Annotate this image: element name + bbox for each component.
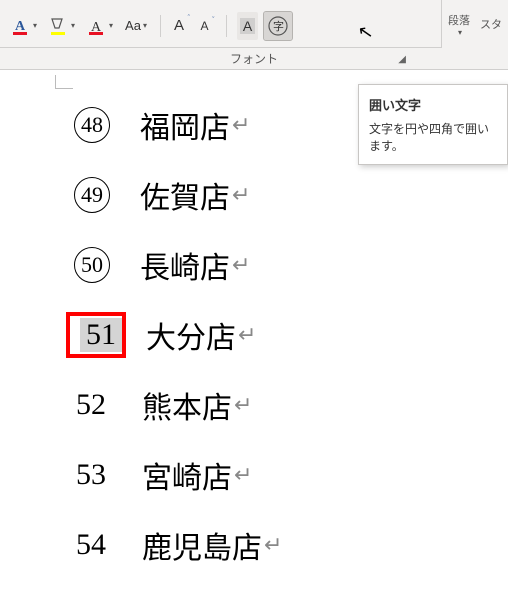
enclosed-number: 49 (74, 177, 110, 213)
paragraph-mark-icon: ↵ (234, 392, 252, 418)
list-item[interactable]: 50 長崎店 ↵ (60, 230, 508, 300)
paragraph-mark-icon: ↵ (238, 322, 256, 348)
enclosed-number: 48 (74, 107, 110, 143)
list-item[interactable]: 52 熊本店 ↵ (60, 370, 508, 440)
char-shading-button[interactable]: A (237, 12, 258, 40)
store-name: 宮崎店 (142, 453, 232, 497)
dialog-launcher-icon[interactable]: ◢ (396, 52, 408, 67)
ribbon-group-label-row: フォント ◢ (0, 48, 508, 70)
chevron-down-icon: ▾ (109, 21, 113, 30)
tooltip-enclose: 囲い文字 文字を円や四角で囲います。 (358, 84, 508, 165)
highlight-icon (49, 16, 69, 36)
plain-number: 53 (70, 458, 112, 492)
divider (226, 15, 227, 37)
tooltip-body: 文字を円や四角で囲います。 (369, 120, 497, 154)
paragraph-label: 段落 (448, 12, 470, 28)
change-case-button[interactable]: Aa ▾ (122, 12, 150, 40)
ribbon-right-section: 段落 ▾ スタ (441, 0, 508, 48)
selection-highlight-box: 51 (66, 312, 126, 358)
chevron-down-icon: ▾ (33, 21, 37, 30)
list-item[interactable]: 53 宮崎店 ↵ (60, 440, 508, 510)
store-name: 佐賀店 (140, 173, 230, 217)
font-color-button[interactable]: A ▾ (8, 12, 40, 40)
shrink-font-icon: Aˇ (200, 19, 208, 33)
chevron-down-icon: ▾ (143, 21, 147, 30)
tooltip-title: 囲い文字 (369, 95, 497, 114)
store-name: 熊本店 (142, 383, 232, 427)
ribbon-font-group: A ▾ ▾ A ▾ Aa ▾ Aˆ (0, 0, 508, 48)
plain-number: 52 (70, 388, 112, 422)
highlight-button[interactable]: ▾ (46, 12, 78, 40)
shrink-font-button[interactable]: Aˇ (197, 12, 215, 40)
text-fill-button[interactable]: A ▾ (84, 12, 116, 40)
store-name: 長崎店 (140, 243, 230, 287)
list-item[interactable]: 51 大分店 ↵ (60, 300, 508, 370)
grow-font-icon: Aˆ (174, 17, 184, 34)
list-item[interactable]: 49 佐賀店 ↵ (60, 160, 508, 230)
store-name: 大分店 (146, 313, 236, 357)
plain-number: 54 (70, 528, 112, 562)
char-shading-icon: A (240, 18, 255, 34)
styles-group-label[interactable]: スタ (480, 16, 502, 32)
paragraph-mark-icon: ↵ (232, 182, 250, 208)
paragraph-mark-icon: ↵ (232, 112, 250, 138)
grow-font-button[interactable]: Aˆ (171, 12, 191, 40)
svg-text:字: 字 (273, 19, 284, 33)
plain-number: 51 (80, 318, 122, 352)
ribbon-buttons: A ▾ ▾ A ▾ Aa ▾ Aˆ (8, 12, 292, 40)
divider (160, 15, 161, 37)
store-name: 鹿児島店 (142, 523, 262, 567)
chevron-down-icon: ▾ (71, 21, 75, 30)
paragraph-mark-icon: ↵ (232, 252, 250, 278)
change-case-icon: Aa (125, 18, 141, 33)
styles-label: スタ (480, 16, 502, 32)
paragraph-mark-icon: ↵ (264, 532, 282, 558)
list-item[interactable]: 54 鹿児島店 ↵ (60, 510, 508, 580)
font-group-label: フォント (230, 50, 278, 67)
enclose-characters-button[interactable]: 字 (264, 12, 292, 40)
enclosed-number: 50 (74, 247, 110, 283)
text-fill-icon: A (87, 16, 107, 36)
paragraph-group-label[interactable]: 段落 ▾ (448, 12, 470, 37)
store-name: 福岡店 (140, 103, 230, 147)
svg-text:A: A (15, 19, 26, 34)
enclose-icon: 字 (267, 15, 289, 37)
chevron-down-icon: ▾ (458, 28, 462, 37)
paragraph-mark-icon: ↵ (234, 462, 252, 488)
font-color-icon: A (11, 16, 31, 36)
